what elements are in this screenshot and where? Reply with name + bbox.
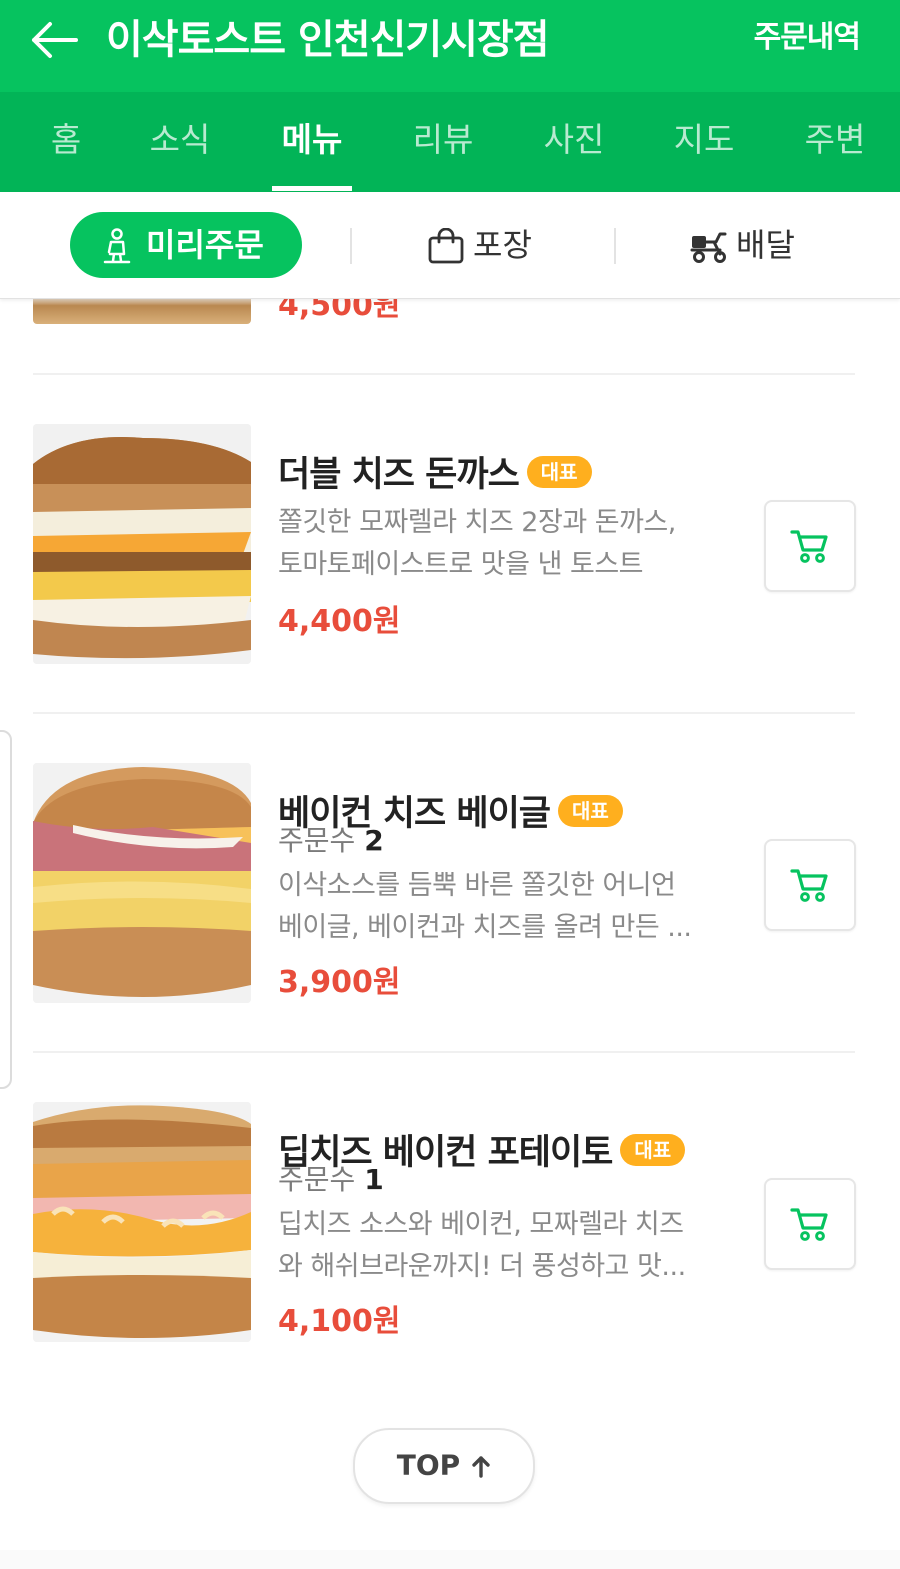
top-button-label: TOP <box>396 1448 461 1482</box>
menu-item[interactable]: 딥치즈 베이컨 포테이토 대표 주문수 1 딥치즈 소스와 베이컨, 모짜렐라 치… <box>0 1102 900 1342</box>
menu-item-price: 4,100원 <box>278 1304 401 1339</box>
cart-icon <box>790 1208 828 1241</box>
menu-item-partial[interactable]: 4,500원 <box>0 298 900 328</box>
description-line: 토마토페이스트로 맛을 낸 토스트 <box>278 549 644 580</box>
toast-image <box>33 424 251 664</box>
menu-item-description: 딥치즈 소스와 베이컨, 모짜렐라 치즈 와 해쉬브라운까지! 더 풍성하고 맛… <box>278 1204 718 1288</box>
arrow-left-icon[interactable] <box>26 18 82 62</box>
tab-menu[interactable]: 메뉴 <box>282 92 343 192</box>
order-history-button[interactable]: 주문내역 <box>754 16 861 60</box>
tab-photos[interactable]: 사진 <box>544 92 605 192</box>
tab-news[interactable]: 소식 <box>150 92 211 192</box>
app-header: 이삭토스트 인천신기시장점 주문내역 <box>0 0 900 92</box>
add-to-cart-button[interactable] <box>764 500 856 592</box>
item-separator <box>33 373 855 375</box>
add-to-cart-button[interactable] <box>764 1178 856 1270</box>
delivery-label: 배달 <box>736 226 795 264</box>
menu-item-name: 더블 치즈 돈까스 <box>278 455 520 495</box>
order-count-label: 주문수 <box>278 824 356 857</box>
arrow-up-icon <box>472 1455 490 1478</box>
menu-item[interactable]: 베이컨 치즈 베이글 대표 주문수 2 이삭소스를 듬뿍 바른 쫄깃한 어니언 베… <box>0 763 900 1003</box>
order-count-value: 2 <box>364 824 384 857</box>
menu-item-price: 4,500원 <box>278 298 401 323</box>
shopping-bag-icon <box>428 228 464 264</box>
order-count-value: 1 <box>364 1163 384 1196</box>
signature-badge: 대표 <box>557 794 623 827</box>
tab-map[interactable]: 지도 <box>674 92 735 192</box>
menu-item-thumbnail <box>33 763 251 1003</box>
order-count-label: 주문수 <box>278 1163 356 1196</box>
menu-item-description: 이삭소스를 듬뿍 바른 쫄깃한 어니언 베이글, 베이컨과 치즈를 올려 만든 … <box>278 865 718 949</box>
preorder-button[interactable]: 미리주문 <box>70 212 302 278</box>
divider <box>350 228 352 264</box>
signature-badge: 대표 <box>526 455 592 488</box>
active-tab-indicator <box>272 186 352 191</box>
store-title: 이삭토스트 인천신기시장점 <box>106 17 550 63</box>
toast-image <box>33 1102 251 1342</box>
preorder-label: 미리주문 <box>146 226 264 264</box>
tab-home[interactable]: 홈 <box>51 92 81 192</box>
scroll-to-top-button[interactable]: TOP <box>353 1428 535 1504</box>
menu-item-description: 쫄깃한 모짜렐라 치즈 2장과 돈까스, 토마토페이스트로 맛을 낸 토스트 <box>278 502 718 586</box>
divider <box>614 228 616 264</box>
item-separator <box>33 712 855 714</box>
cart-icon <box>790 869 828 902</box>
menu-item-thumbnail <box>33 298 251 324</box>
description-line: 와 해쉬브라운까지! 더 풍성하고 맛... <box>278 1251 686 1282</box>
menu-item-thumbnail <box>33 1102 251 1342</box>
person-walking-icon <box>103 228 131 264</box>
tab-bar: 홈 소식 메뉴 리뷰 사진 지도 주변 <box>0 92 900 192</box>
delivery-scooter-icon <box>690 232 727 263</box>
order-type-bar: 미리주문 포장 배달 <box>0 192 900 299</box>
bottom-edge <box>0 1550 900 1569</box>
description-line: 쫄깃한 모짜렐라 치즈 2장과 돈까스, <box>278 507 676 538</box>
bagel-image <box>33 763 251 1003</box>
tab-nearby[interactable]: 주변 <box>805 92 866 192</box>
takeout-label: 포장 <box>473 226 532 264</box>
signature-badge: 대표 <box>620 1133 686 1166</box>
description-line: 이삭소스를 듬뿍 바른 쫄깃한 어니언 <box>278 870 676 901</box>
item-separator <box>33 1051 855 1053</box>
description-line: 딥치즈 소스와 베이컨, 모짜렐라 치즈 <box>278 1209 684 1240</box>
order-count: 주문수 1 <box>278 1158 384 1198</box>
add-to-cart-button[interactable] <box>764 839 856 931</box>
cart-icon <box>790 530 828 563</box>
menu-item-price: 4,400원 <box>278 604 401 639</box>
menu-item[interactable]: 더블 치즈 돈까스 대표 쫄깃한 모짜렐라 치즈 2장과 돈까스, 토마토페이스트… <box>0 424 900 664</box>
order-count: 주문수 2 <box>278 819 384 859</box>
menu-item-thumbnail <box>33 424 251 664</box>
menu-item-price: 3,900원 <box>278 965 401 1000</box>
side-scroll-handle[interactable] <box>0 730 12 1089</box>
tab-reviews[interactable]: 리뷰 <box>413 92 474 192</box>
description-line: 베이글, 베이컨과 치즈를 올려 만든 ... <box>278 912 692 943</box>
